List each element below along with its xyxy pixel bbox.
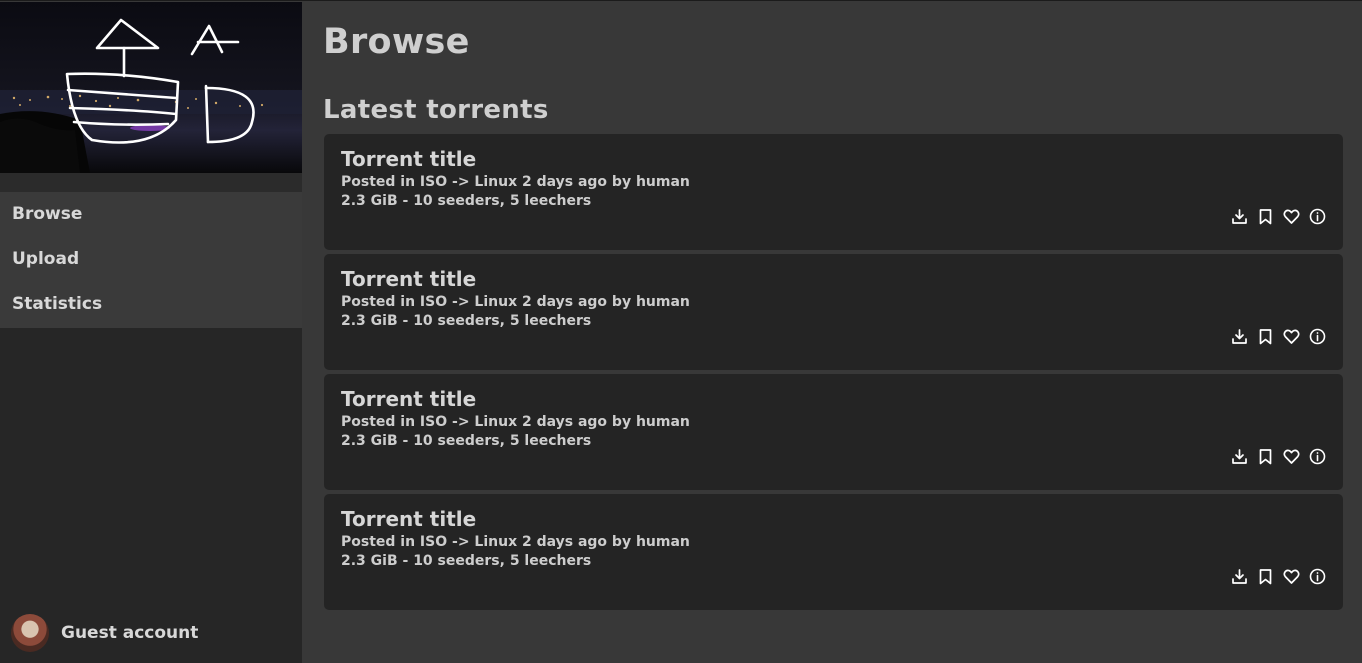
torrent-card: Torrent title Posted in ISO -> Linux 2 d… xyxy=(324,374,1343,490)
info-icon xyxy=(1309,208,1326,225)
favorite-button[interactable] xyxy=(1283,328,1300,345)
bookmark-button[interactable] xyxy=(1257,208,1274,225)
logo-divider xyxy=(0,173,302,192)
torrent-card: Torrent title Posted in ISO -> Linux 2 d… xyxy=(324,254,1343,370)
torrent-posted: Posted in ISO -> Linux 2 days ago by hum… xyxy=(341,534,690,550)
site-logo[interactable]: A D xyxy=(0,2,302,173)
torrent-meta: Posted in ISO -> Linux 2 days ago by hum… xyxy=(341,413,690,451)
user-name: Guest account xyxy=(61,623,199,643)
download-icon xyxy=(1232,209,1247,224)
download-button[interactable] xyxy=(1231,208,1248,225)
download-button[interactable] xyxy=(1231,568,1248,585)
download-icon xyxy=(1232,569,1247,584)
nav-item-upload[interactable]: Upload xyxy=(0,237,302,282)
logo-drawing: A D xyxy=(0,2,302,173)
download-button[interactable] xyxy=(1231,448,1248,465)
torrent-card: Torrent title Posted in ISO -> Linux 2 d… xyxy=(324,494,1343,610)
heart-icon xyxy=(1283,329,1300,344)
torrent-card: Torrent title Posted in ISO -> Linux 2 d… xyxy=(324,134,1343,250)
favorite-button[interactable] xyxy=(1283,568,1300,585)
section-title: Latest torrents xyxy=(323,95,549,125)
download-icon xyxy=(1232,329,1247,344)
bookmark-button[interactable] xyxy=(1257,568,1274,585)
bookmark-icon xyxy=(1259,449,1272,465)
nav-item-browse[interactable]: Browse xyxy=(0,192,302,237)
torrent-posted: Posted in ISO -> Linux 2 days ago by hum… xyxy=(341,294,690,310)
torrent-meta: Posted in ISO -> Linux 2 days ago by hum… xyxy=(341,173,690,211)
torrent-stats: 2.3 GiB - 10 seeders, 5 leechers xyxy=(341,553,592,569)
download-button[interactable] xyxy=(1231,328,1248,345)
torrent-title[interactable]: Torrent title xyxy=(341,147,476,171)
torrent-meta: Posted in ISO -> Linux 2 days ago by hum… xyxy=(341,533,690,571)
avatar xyxy=(11,614,49,652)
info-button[interactable] xyxy=(1309,208,1326,225)
torrent-title[interactable]: Torrent title xyxy=(341,267,476,291)
torrent-title[interactable]: Torrent title xyxy=(341,507,476,531)
user-account[interactable]: Guest account xyxy=(11,614,198,652)
torrent-actions xyxy=(1231,568,1326,585)
sidebar: A D Browse Upload Statistics Guest accou… xyxy=(0,2,302,663)
info-button[interactable] xyxy=(1309,328,1326,345)
torrent-stats: 2.3 GiB - 10 seeders, 5 leechers xyxy=(341,313,592,329)
torrent-stats: 2.3 GiB - 10 seeders, 5 leechers xyxy=(341,433,592,449)
torrent-actions xyxy=(1231,208,1326,225)
info-button[interactable] xyxy=(1309,448,1326,465)
favorite-button[interactable] xyxy=(1283,208,1300,225)
heart-icon xyxy=(1283,449,1300,464)
torrent-title[interactable]: Torrent title xyxy=(341,387,476,411)
torrent-stats: 2.3 GiB - 10 seeders, 5 leechers xyxy=(341,193,592,209)
sidebar-nav: Browse Upload Statistics xyxy=(0,192,302,328)
main-content: Browse Latest torrents Torrent title Pos… xyxy=(302,2,1362,663)
page-title: Browse xyxy=(323,22,470,62)
bookmark-icon xyxy=(1259,209,1272,225)
info-button[interactable] xyxy=(1309,568,1326,585)
torrent-posted: Posted in ISO -> Linux 2 days ago by hum… xyxy=(341,414,690,430)
app: A D Browse Upload Statistics Guest accou… xyxy=(0,0,1362,663)
nav-item-statistics[interactable]: Statistics xyxy=(0,282,302,327)
bookmark-button[interactable] xyxy=(1257,328,1274,345)
bookmark-icon xyxy=(1259,329,1272,345)
torrent-actions xyxy=(1231,448,1326,465)
bookmark-icon xyxy=(1259,569,1272,585)
heart-icon xyxy=(1283,569,1300,584)
torrent-meta: Posted in ISO -> Linux 2 days ago by hum… xyxy=(341,293,690,331)
info-icon xyxy=(1309,448,1326,465)
torrent-list: Torrent title Posted in ISO -> Linux 2 d… xyxy=(324,134,1343,614)
info-icon xyxy=(1309,568,1326,585)
favorite-button[interactable] xyxy=(1283,448,1300,465)
info-icon xyxy=(1309,328,1326,345)
torrent-posted: Posted in ISO -> Linux 2 days ago by hum… xyxy=(341,174,690,190)
torrent-actions xyxy=(1231,328,1326,345)
download-icon xyxy=(1232,449,1247,464)
heart-icon xyxy=(1283,209,1300,224)
bookmark-button[interactable] xyxy=(1257,448,1274,465)
